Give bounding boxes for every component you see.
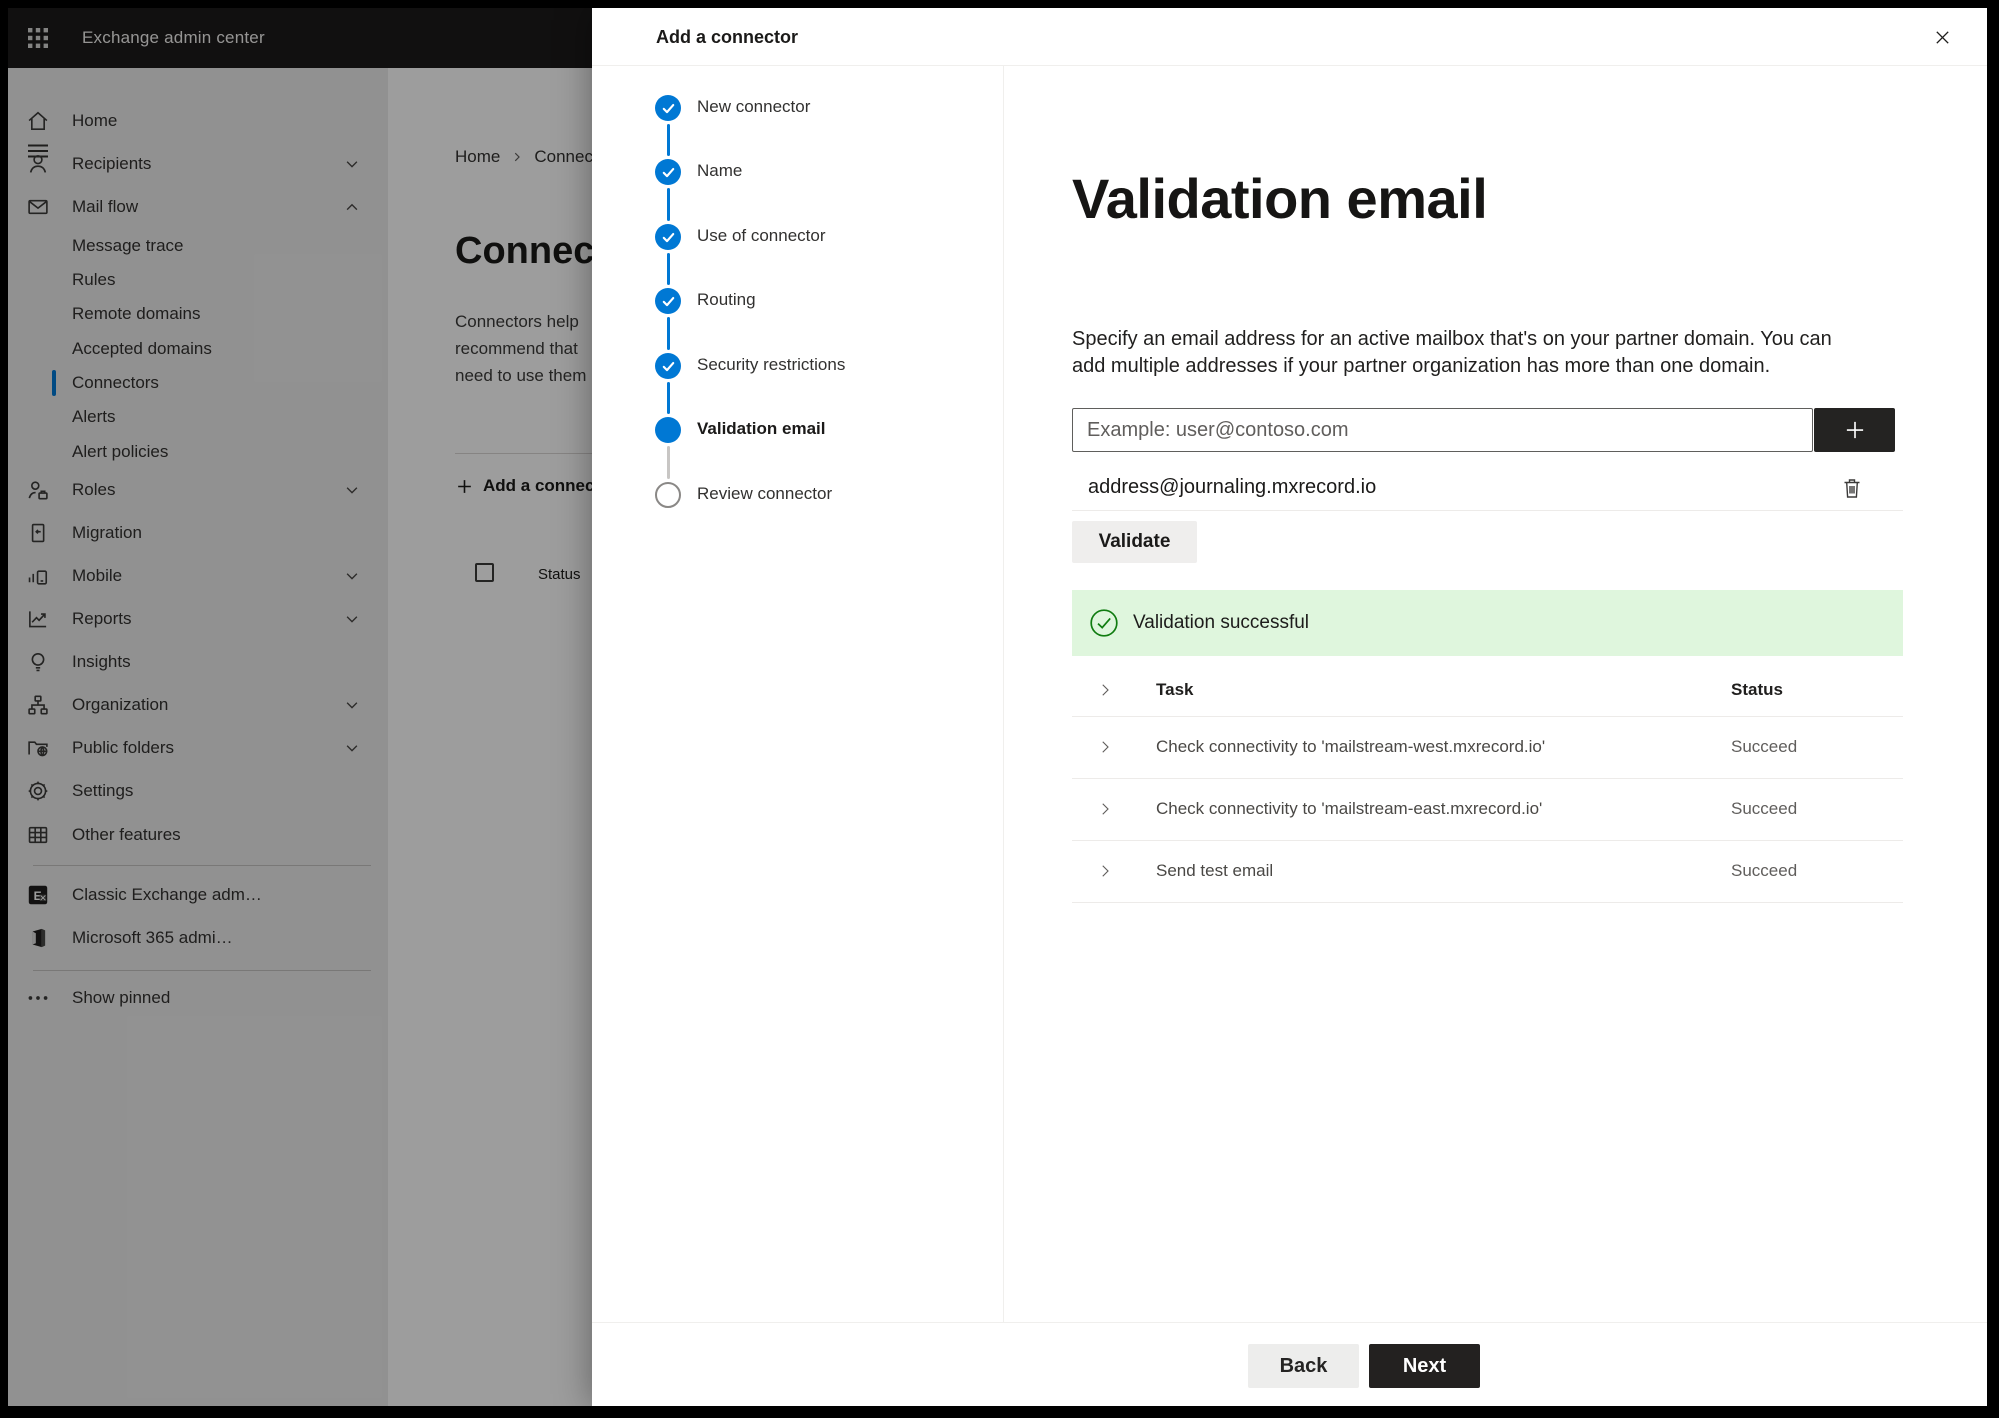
- wizard-step-label: Security restrictions: [697, 355, 846, 374]
- wizard-step-label: Validation email: [697, 419, 826, 438]
- success-check-icon: [1090, 609, 1118, 637]
- status-cell: Succeed: [1731, 861, 1798, 880]
- step-connector-line: [666, 446, 670, 479]
- status-cell: Succeed: [1731, 799, 1798, 818]
- added-address-row: address@journaling.mxrecord.io: [1072, 466, 1903, 510]
- task-table-row-3: Send test email Succeed: [1072, 840, 1903, 902]
- step-description: Specify an email address for an active m…: [1072, 328, 1832, 377]
- task-table-header-row: Task Status: [1072, 664, 1903, 716]
- panel-header: Add a connector: [592, 8, 1987, 66]
- back-button[interactable]: Back: [1248, 1344, 1359, 1388]
- divider: [1072, 510, 1903, 511]
- step-completed-check-icon: [655, 159, 681, 185]
- expand-chevron-icon[interactable]: [1096, 800, 1114, 818]
- task-table-row-1: Check connectivity to 'mailstream-west.m…: [1072, 716, 1903, 778]
- trash-icon: [1844, 478, 1860, 498]
- wizard-steps-nav: New connector Name Use of connector Routing…: [592, 66, 1004, 1322]
- step-active-circle-icon: [655, 417, 681, 443]
- expand-chevron-icon[interactable]: [1096, 681, 1114, 699]
- task-cell: Check connectivity to 'mailstream-west.m…: [1156, 737, 1546, 756]
- banner-message: Validation successful: [1133, 612, 1310, 633]
- close-button[interactable]: [1925, 20, 1959, 54]
- delete-address-button[interactable]: [1837, 472, 1867, 504]
- step-completed-check-icon: [655, 288, 681, 314]
- step-connector-line: [666, 124, 670, 156]
- added-address-value: address@journaling.mxrecord.io: [1088, 476, 1377, 498]
- expand-chevron-icon[interactable]: [1096, 862, 1114, 880]
- panel-title: Add a connector: [656, 27, 799, 47]
- wizard-step-label: Use of connector: [697, 226, 826, 245]
- wizard-step-label: New connector: [697, 97, 811, 116]
- task-cell: Check connectivity to 'mailstream-east.m…: [1156, 799, 1543, 818]
- plus-icon: [1846, 421, 1863, 439]
- step-completed-check-icon: [655, 353, 681, 379]
- expand-chevron-icon[interactable]: [1096, 738, 1114, 756]
- task-cell: Send test email: [1156, 861, 1274, 880]
- table-row-divider: [1072, 902, 1903, 903]
- screen: Exchange admin center Home Recipients Mail…: [8, 8, 1987, 1406]
- status-cell: Succeed: [1731, 737, 1798, 756]
- step-connector-line: [666, 382, 670, 414]
- task-table-row-2: Check connectivity to 'mailstream-east.m…: [1072, 778, 1903, 840]
- step-connector-line: [666, 188, 670, 221]
- panel-footer: Back Next: [592, 1322, 1987, 1406]
- validate-button[interactable]: Validate: [1072, 521, 1197, 563]
- step-todo-circle-icon: [655, 482, 681, 508]
- email-address-input[interactable]: [1072, 408, 1813, 452]
- step-connector-line: [666, 253, 670, 285]
- step-heading: Validation email: [1072, 167, 1488, 230]
- task-column-header: Task: [1156, 680, 1194, 699]
- step-connector-line: [666, 317, 670, 350]
- status-column-header: Status: [1731, 680, 1783, 699]
- wizard-step-label: Name: [697, 161, 743, 180]
- next-button[interactable]: Next: [1369, 1344, 1480, 1388]
- validation-success-banner: Validation successful: [1072, 590, 1903, 656]
- add-connector-panel: Add a connector New connector Name Use of …: [592, 8, 1987, 1406]
- wizard-step-label: Review connector: [697, 484, 833, 503]
- step-completed-check-icon: [655, 224, 681, 250]
- wizard-step-label: Routing: [697, 290, 756, 309]
- step-completed-check-icon: [655, 95, 681, 121]
- add-address-button[interactable]: [1814, 408, 1895, 452]
